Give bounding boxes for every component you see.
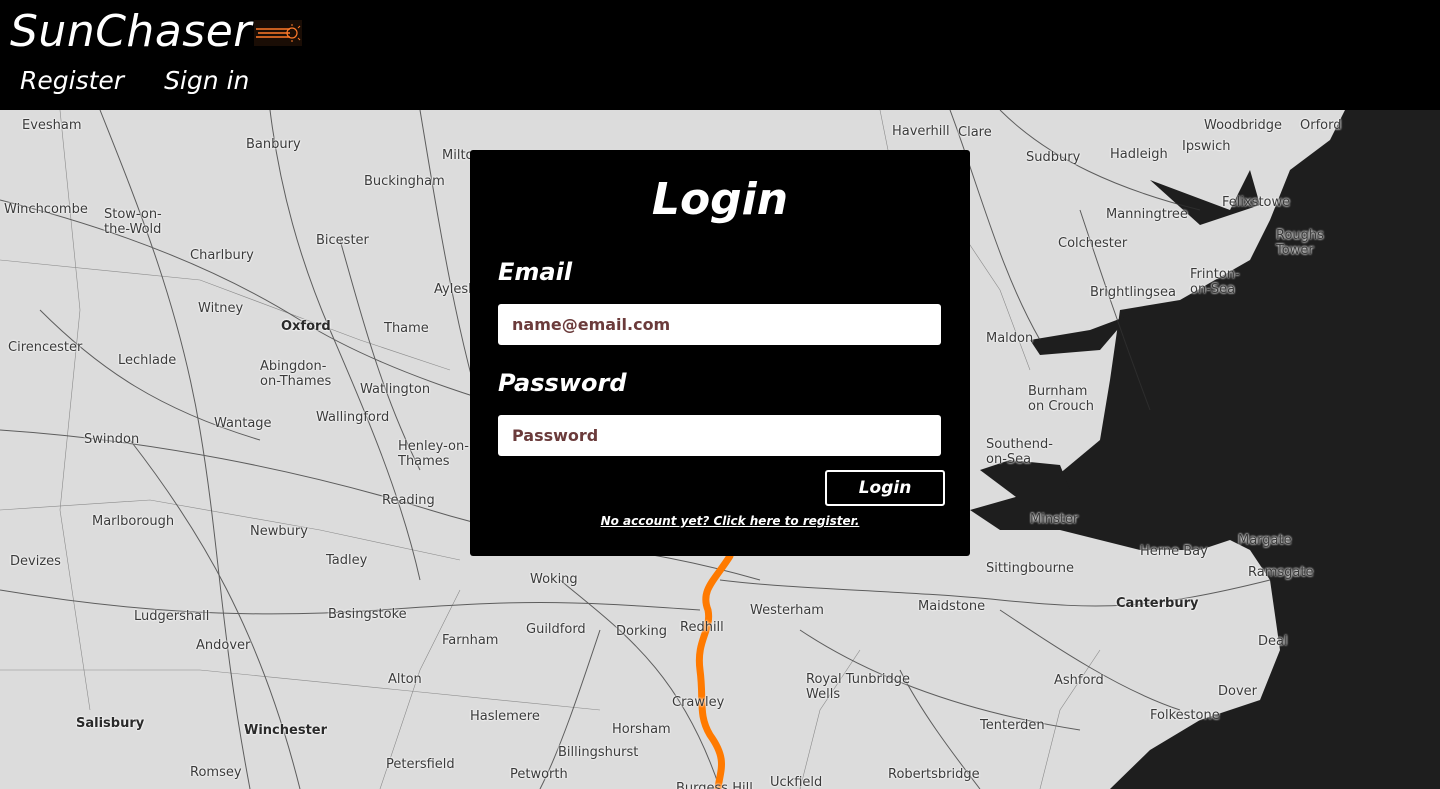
- map-label: Frinton- on-Sea: [1190, 267, 1240, 297]
- login-panel: Login Email Password Login No account ye…: [470, 150, 970, 556]
- map-label: Minster: [1030, 512, 1079, 527]
- map-label: Burgess Hill: [676, 781, 753, 789]
- email-field[interactable]: [498, 304, 941, 345]
- map-label: Petworth: [510, 767, 568, 782]
- map-label: Wallingford: [316, 410, 390, 425]
- login-button[interactable]: Login: [825, 470, 945, 506]
- map-label: Reading: [382, 493, 435, 508]
- nav-register-link[interactable]: Register: [20, 66, 124, 95]
- map-label: Thame: [384, 321, 429, 336]
- map-label: Devizes: [10, 554, 61, 569]
- map-label: Banbury: [246, 137, 301, 152]
- map-label: Ipswich: [1182, 139, 1231, 154]
- route-line: [695, 552, 734, 789]
- map-label: Dorking: [616, 624, 667, 639]
- map-label: Robertsbridge: [888, 767, 980, 782]
- map-label: Colchester: [1058, 236, 1128, 251]
- map-label: Cirencester: [8, 340, 83, 355]
- map-label: Marlborough: [92, 514, 175, 529]
- map-label: Orford: [1300, 118, 1342, 133]
- map-label: Clare: [958, 125, 992, 140]
- map-label: Folkestone: [1150, 708, 1220, 723]
- map-label: Haslemere: [470, 709, 540, 724]
- map-label: Manningtree: [1106, 207, 1188, 222]
- map-label: Buckingham: [364, 174, 445, 189]
- map-label: Deal: [1258, 634, 1288, 649]
- map-label: Woking: [530, 572, 578, 587]
- map-label: Felixstowe: [1222, 195, 1291, 210]
- main-nav: Register Sign in: [20, 66, 249, 95]
- map-label: Sudbury: [1026, 150, 1081, 165]
- map-label: Canterbury: [1116, 596, 1199, 611]
- map-label: Woodbridge: [1204, 118, 1282, 133]
- map-label: Witney: [198, 301, 244, 316]
- brand[interactable]: SunChaser: [10, 6, 302, 57]
- map-label: Redhill: [680, 620, 724, 635]
- login-title: Login: [651, 174, 789, 225]
- map-label: Wantage: [214, 416, 272, 431]
- map-label: Alton: [388, 672, 422, 687]
- map-label: Winchester: [244, 723, 328, 738]
- map-label: Haverhill: [892, 124, 950, 139]
- map-label: Charlbury: [190, 248, 254, 263]
- map-label: Westerham: [750, 603, 824, 618]
- map-label: Brightlingsea: [1090, 285, 1176, 300]
- map-label: Andover: [196, 638, 251, 653]
- nav-sign-in-link[interactable]: Sign in: [164, 66, 249, 95]
- map-label: Ashford: [1054, 673, 1104, 688]
- map-label: Billingshurst: [558, 745, 639, 760]
- map-label: Tenterden: [980, 718, 1045, 733]
- map-label: Dover: [1218, 684, 1257, 699]
- map-label: Salisbury: [76, 716, 145, 731]
- map-label: Swindon: [84, 432, 140, 447]
- map-label: Evesham: [22, 118, 82, 133]
- top-bar: SunChaser Register Sign in: [0, 0, 1440, 110]
- register-link[interactable]: No account yet? Click here to register.: [470, 514, 990, 528]
- map-label: Margate: [1238, 533, 1292, 548]
- map-label: Maldon: [986, 331, 1034, 346]
- map-label: Herne Bay: [1140, 544, 1208, 559]
- map-label: Uckfield: [770, 775, 823, 789]
- password-field[interactable]: [498, 415, 941, 456]
- map-label: Royal Tunbridge Wells: [806, 672, 910, 702]
- map-label: Watlington: [360, 382, 431, 397]
- map-label: Winchcombe: [4, 202, 88, 217]
- map-label: Guildford: [526, 622, 586, 637]
- map-label: Crawley: [672, 695, 725, 710]
- map-label: Hadleigh: [1110, 147, 1168, 162]
- map-label: Ludgershall: [134, 609, 210, 624]
- map-label: Oxford: [281, 319, 331, 334]
- app-title: SunChaser: [10, 6, 252, 57]
- map-label: Lechlade: [118, 353, 177, 368]
- email-label: Email: [498, 258, 573, 286]
- sun-rays-icon: [253, 19, 302, 50]
- map-label: Maidstone: [918, 599, 986, 614]
- map-label: Newbury: [250, 524, 308, 539]
- map-label: Romsey: [190, 765, 242, 780]
- map-label: Stow-on- the-Wold: [104, 207, 162, 237]
- map-label: Horsham: [612, 722, 671, 737]
- map-label: Farnham: [442, 633, 499, 648]
- password-label: Password: [498, 369, 627, 397]
- map-label: Roughs Tower: [1276, 228, 1324, 258]
- map-label: Bicester: [316, 233, 369, 248]
- map-label: Burnham on Crouch: [1028, 384, 1095, 414]
- map-label: Southend- on-Sea: [986, 437, 1053, 467]
- map-label: Petersfield: [386, 757, 455, 772]
- map-label: Abingdon- on-Thames: [260, 359, 332, 389]
- map-label: Henley-on- Thames: [398, 439, 469, 469]
- map-label: Basingstoke: [328, 607, 407, 622]
- map-label: Sittingbourne: [986, 561, 1074, 576]
- map-label: Tadley: [326, 553, 368, 568]
- map-label: Ramsgate: [1248, 565, 1314, 580]
